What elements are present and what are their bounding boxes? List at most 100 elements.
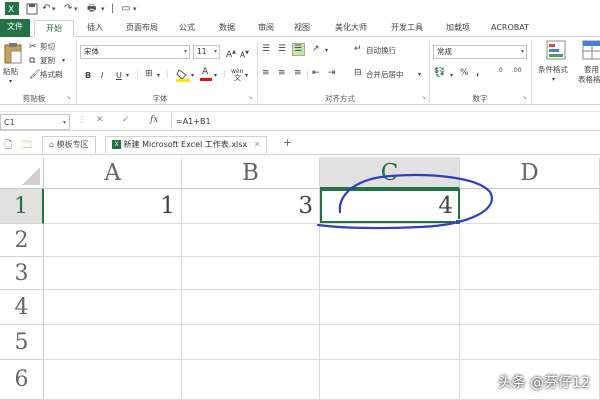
cell-a5[interactable] [44, 325, 182, 360]
row-header-5[interactable]: 5 [0, 325, 44, 360]
orientation-icon[interactable]: ↗ [312, 43, 320, 55]
open-folder-icon[interactable]: 🗀 [22, 138, 32, 155]
cell-d3[interactable] [460, 257, 600, 290]
font-color-dropdown-icon[interactable]: ▾ [214, 70, 217, 81]
cell-b6[interactable] [182, 360, 320, 400]
fill-color-dropdown-icon[interactable]: ▾ [191, 70, 194, 81]
cell-c3[interactable] [320, 257, 460, 290]
cell-d2[interactable] [460, 224, 600, 257]
tab-view[interactable]: 视图 [287, 20, 317, 37]
cell-d5[interactable] [460, 325, 600, 360]
tab-page-layout[interactable]: 页面布局 [117, 20, 167, 37]
borders-icon[interactable]: ⊞ [145, 68, 153, 80]
underline-button[interactable]: U [116, 70, 122, 81]
tab-insert[interactable]: 插入 [80, 20, 110, 37]
underline-dropdown-icon[interactable]: ▾ [126, 70, 129, 81]
formula-input[interactable] [176, 114, 596, 129]
align-top-icon[interactable]: ☰ [262, 43, 270, 55]
increase-decimal-button[interactable]: .0 [497, 65, 503, 76]
cell-a3[interactable] [44, 257, 182, 290]
tab-beautify[interactable]: 美化大师 [326, 20, 376, 37]
decrease-indent-icon[interactable]: ⇤ [312, 67, 320, 79]
copy-button[interactable]: 复制 [40, 55, 55, 66]
new-tab-button[interactable]: + [283, 136, 292, 149]
tab-developer[interactable]: 开发工具 [382, 20, 432, 37]
conditional-formatting-button[interactable]: 条件格式 ▾ [538, 40, 574, 92]
cell-a4[interactable] [44, 290, 182, 325]
tab-home[interactable]: 开始 [34, 20, 74, 37]
fill-handle[interactable] [455, 219, 461, 225]
bold-button[interactable]: B [85, 70, 91, 81]
format-as-table-button[interactable]: 套用 表格格 [578, 40, 600, 92]
redo-icon[interactable]: ↷ [64, 3, 72, 15]
cell-c4[interactable] [320, 290, 460, 325]
column-header-d[interactable]: D [460, 157, 600, 189]
tab-data[interactable]: 数据 [212, 20, 242, 37]
percent-style-button[interactable]: % [460, 68, 469, 79]
new-document-icon[interactable]: 🗋 [4, 138, 12, 155]
clipboard-launcher-icon[interactable]: ↘ [66, 94, 71, 101]
tab-file[interactable]: 文件 [0, 19, 30, 37]
cell-b1[interactable]: 3 [182, 189, 320, 224]
borders-dropdown-icon[interactable]: ▾ [157, 70, 160, 81]
font-family-select[interactable]: 宋体 ▾ [80, 45, 190, 59]
insert-function-icon[interactable]: fx [150, 115, 158, 125]
number-launcher-icon[interactable]: ↘ [522, 94, 527, 101]
accounting-dropdown-icon[interactable]: ▾ [450, 70, 453, 81]
wrap-text-button[interactable]: 自动换行 [366, 45, 396, 56]
tab-review[interactable]: 审阅 [251, 20, 281, 37]
increase-indent-icon[interactable]: ⇥ [328, 67, 336, 79]
cell-a6[interactable] [44, 360, 182, 400]
font-size-select[interactable]: 11 ▾ [193, 45, 220, 59]
align-bottom-icon[interactable]: ☰ [292, 43, 305, 56]
align-center-icon[interactable]: ≡ [278, 67, 286, 79]
tab-formulas[interactable]: 公式 [172, 20, 202, 37]
cell-a1[interactable]: 1 [44, 189, 182, 224]
close-tab-icon[interactable]: ✕ [254, 140, 261, 149]
shrink-font-button[interactable]: A▼ [240, 48, 249, 61]
comma-style-button[interactable]: , [476, 68, 479, 79]
align-right-icon[interactable]: ≡ [294, 67, 302, 79]
tab-template-zone[interactable]: ⌂ 模板专区 [42, 136, 96, 153]
alignment-launcher-icon[interactable]: ↘ [421, 94, 426, 101]
print-dropdown-icon[interactable]: ▾ [101, 3, 105, 15]
font-launcher-icon[interactable]: ↘ [248, 94, 253, 101]
row-header-3[interactable]: 3 [0, 257, 44, 290]
orientation-dropdown-icon[interactable]: ▾ [325, 45, 328, 56]
column-header-a[interactable]: A [44, 157, 182, 189]
row-header-1[interactable]: 1 [0, 189, 44, 224]
cell-c5[interactable] [320, 325, 460, 360]
column-header-b[interactable]: B [182, 157, 320, 189]
cell-b3[interactable] [182, 257, 320, 290]
merge-dropdown-icon[interactable]: ▾ [418, 69, 421, 80]
cancel-entry-icon[interactable]: ✕ [96, 115, 104, 125]
paste-button[interactable]: 粘贴 ▾ [3, 40, 23, 88]
print-preview-icon[interactable]: 🖶 [87, 3, 96, 15]
row-header-2[interactable]: 2 [0, 224, 44, 257]
tab-workbook[interactable]: X 新建 Microsoft Excel 工作表.xlsx ✕ [105, 136, 268, 153]
cell-b5[interactable] [182, 325, 320, 360]
number-format-select[interactable]: 常规 ▾ [433, 45, 527, 59]
form-icon[interactable]: ▭ [121, 3, 130, 15]
row-header-4[interactable]: 4 [0, 290, 44, 325]
align-left-icon[interactable]: ≡ [262, 67, 270, 79]
cell-d1[interactable] [460, 189, 600, 224]
accounting-format-icon[interactable]: 💱 [434, 67, 445, 79]
copy-dropdown-icon[interactable]: ▾ [62, 55, 65, 66]
cell-b2[interactable] [182, 224, 320, 257]
select-all-corner[interactable] [0, 157, 44, 189]
cell-d4[interactable] [460, 290, 600, 325]
undo-dropdown-icon[interactable]: ▾ [52, 3, 56, 15]
decrease-decimal-button[interactable]: .00 [512, 65, 522, 76]
customize-qat-icon[interactable]: ▾ [133, 3, 137, 15]
italic-button[interactable]: I [101, 70, 103, 81]
phonetic-dropdown-icon[interactable]: ▾ [245, 70, 248, 81]
cut-button[interactable]: 剪切 [40, 41, 55, 52]
save-icon[interactable] [26, 3, 38, 19]
row-header-6[interactable]: 6 [0, 360, 44, 400]
tab-acrobat[interactable]: ACROBAT [484, 20, 536, 37]
cell-a2[interactable] [44, 224, 182, 257]
undo-icon[interactable]: ↶ [42, 3, 50, 15]
cell-c2[interactable] [320, 224, 460, 257]
grow-font-button[interactable]: A▲ [226, 47, 236, 61]
